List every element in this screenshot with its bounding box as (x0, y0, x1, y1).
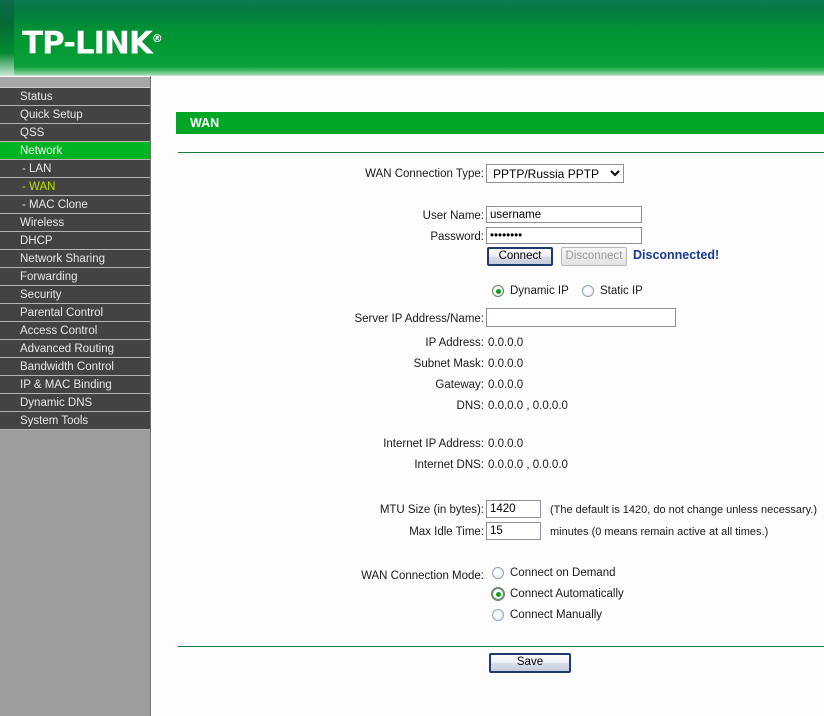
ip-address-label: IP Address: (425, 337, 484, 349)
router-admin-page: TP-LINK® Status Quick Setup QSS Network - LA… (0, 0, 824, 716)
page-title: WAN (176, 112, 824, 134)
username-label: User Name: (422, 210, 484, 222)
sidebar-item-bandwidth-control[interactable]: Bandwidth Control (0, 358, 150, 376)
max-idle-time-label: Max Idle Time: (409, 526, 484, 538)
main-content: WAN WAN Connection Type: PPTP/Russia PPT… (154, 76, 824, 716)
dynamic-ip-radio[interactable] (492, 285, 504, 297)
connect-automatically-row[interactable]: Connect Automatically (492, 588, 624, 600)
sidebar-item-advanced-routing[interactable]: Advanced Routing (0, 340, 150, 358)
sidebar-filler (0, 430, 150, 680)
sidebar-item-dhcp[interactable]: DHCP (0, 232, 150, 250)
subnet-mask-label: Subnet Mask: (413, 358, 484, 370)
wan-connection-type-select[interactable]: PPTP/Russia PPTP (486, 164, 624, 183)
sidebar-item-ip-mac-binding[interactable]: IP & MAC Binding (0, 376, 150, 394)
sidebar-item-wireless[interactable]: Wireless (0, 214, 150, 232)
sidebar-top-strip (0, 77, 150, 88)
connect-manually-row[interactable]: Connect Manually (492, 609, 602, 621)
sidebar-menu-list: Status Quick Setup QSS Network - LAN - WAN - M… (0, 88, 150, 430)
connect-on-demand-label[interactable]: Connect on Demand (510, 567, 615, 579)
connect-automatically-radio[interactable] (492, 588, 504, 600)
static-ip-radio[interactable] (582, 285, 594, 297)
connect-button[interactable]: Connect (487, 247, 553, 266)
sidebar-content-divider (150, 76, 153, 716)
mtu-size-note: (The default is 1420, do not change unle… (550, 504, 818, 516)
wan-connection-mode-label: WAN Connection Mode: (361, 570, 484, 582)
dynamic-ip-label[interactable]: Dynamic IP (510, 285, 569, 297)
sidebar-item-system-tools[interactable]: System Tools (0, 412, 150, 430)
bottom-divider (178, 646, 824, 647)
max-idle-time-input[interactable] (486, 522, 541, 540)
connect-automatically-label[interactable]: Connect Automatically (510, 588, 624, 600)
connection-status-text: Disconnected! (633, 248, 720, 262)
connect-manually-label[interactable]: Connect Manually (510, 609, 602, 621)
sidebar-item-network[interactable]: Network (0, 142, 150, 160)
sidebar-item-mac-clone[interactable]: - MAC Clone (0, 196, 150, 214)
tp-link-logo: TP-LINK® (22, 22, 163, 60)
sidebar-item-network-sharing[interactable]: Network Sharing (0, 250, 150, 268)
save-button[interactable]: Save (489, 653, 571, 673)
sidebar-item-parental-control[interactable]: Parental Control (0, 304, 150, 322)
ip-address-value: 0.0.0.0 (488, 337, 524, 349)
internet-dns-value: 0.0.0.0 , 0.0.0.0 (488, 459, 568, 471)
password-label: Password: (430, 231, 484, 243)
password-input[interactable] (486, 227, 642, 244)
sidebar-item-dynamic-dns[interactable]: Dynamic DNS (0, 394, 150, 412)
mtu-size-input[interactable] (486, 500, 541, 518)
max-idle-time-note: minutes (0 means remain active at all ti… (550, 526, 769, 538)
internet-dns-label: Internet DNS: (414, 459, 484, 471)
wan-connection-type-label: WAN Connection Type: (365, 168, 484, 180)
sidebar-item-security[interactable]: Security (0, 286, 150, 304)
username-input[interactable] (486, 206, 642, 223)
connect-on-demand-row[interactable]: Connect on Demand (492, 567, 615, 579)
sidebar-item-wan[interactable]: - WAN (0, 178, 150, 196)
header-left-accent (0, 0, 14, 76)
server-ip-input[interactable] (486, 308, 676, 327)
sidebar-item-qss[interactable]: QSS (0, 124, 150, 142)
server-ip-label: Server IP Address/Name: (354, 313, 484, 325)
connect-manually-radio[interactable] (492, 609, 504, 621)
dns-label: DNS: (456, 400, 484, 412)
gateway-value: 0.0.0.0 (488, 379, 524, 391)
subnet-mask-value: 0.0.0.0 (488, 358, 524, 370)
dns-value: 0.0.0.0 , 0.0.0.0 (488, 400, 568, 412)
connect-on-demand-radio[interactable] (492, 567, 504, 579)
disconnect-button: Disconnect (561, 247, 627, 266)
sidebar-item-forwarding[interactable]: Forwarding (0, 268, 150, 286)
mtu-size-label: MTU Size (in bytes): (379, 504, 484, 516)
sidebar-item-lan[interactable]: - LAN (0, 160, 150, 178)
dynamic-ip-radio-row[interactable]: Dynamic IP (492, 285, 569, 297)
static-ip-label[interactable]: Static IP (600, 285, 643, 297)
sidebar-navigation: Status Quick Setup QSS Network - LAN - WAN - M… (0, 76, 150, 716)
static-ip-radio-row[interactable]: Static IP (582, 285, 643, 297)
logo-text: TP-LINK (22, 25, 153, 62)
internet-ip-label: Internet IP Address: (383, 438, 484, 450)
gateway-label: Gateway: (435, 379, 484, 391)
sidebar-item-status[interactable]: Status (0, 88, 150, 106)
sidebar-item-access-control[interactable]: Access Control (0, 322, 150, 340)
sidebar-item-quick-setup[interactable]: Quick Setup (0, 106, 150, 124)
registered-mark-icon: ® (151, 32, 163, 45)
top-divider (178, 152, 824, 153)
internet-ip-value: 0.0.0.0 (488, 438, 524, 450)
page-header: TP-LINK® (0, 0, 824, 76)
